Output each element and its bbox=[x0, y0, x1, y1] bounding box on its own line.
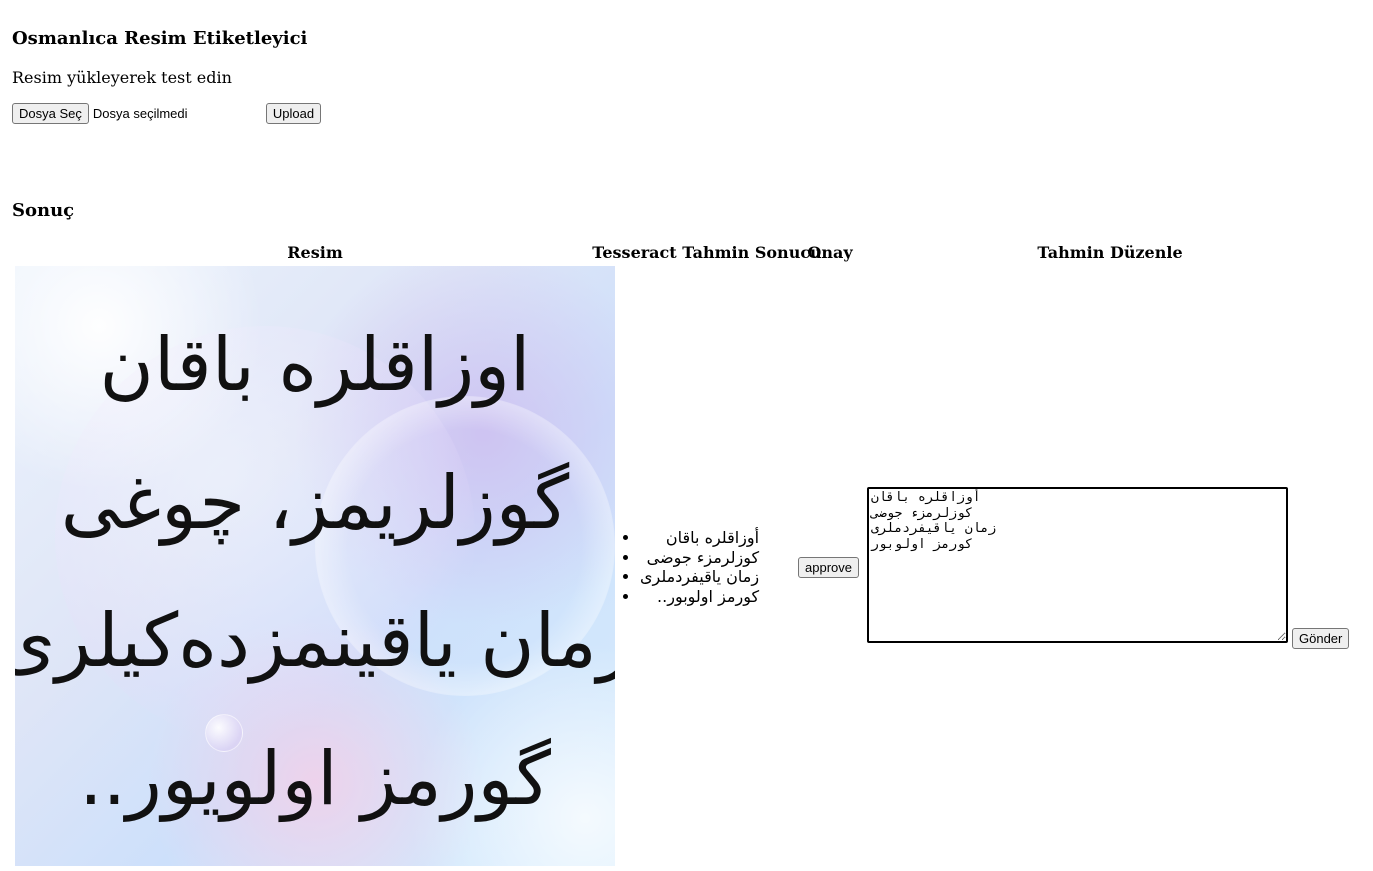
tesseract-result-line: زمان ياقيفردملرى bbox=[640, 567, 759, 587]
tesseract-result-line: كوزلرمزء جوضى bbox=[640, 548, 759, 568]
approve-button[interactable]: approve bbox=[798, 557, 859, 578]
tesseract-result-list: أوزاقلره باقان كوزلرمزء جوضى زمان ياقيفر… bbox=[618, 528, 759, 606]
column-header-edit: Tahmin Düzenle bbox=[1037, 243, 1183, 262]
tesseract-result-line: كورمز اولوبور.. bbox=[640, 587, 759, 607]
result-section-title: Sonuç bbox=[12, 200, 75, 221]
uploaded-image: اوزاقلره باقان گوزلريمز، چوغى زمان ياقين… bbox=[15, 266, 615, 866]
file-status-text: Dosya seçilmedi bbox=[92, 106, 188, 121]
send-button[interactable]: Gönder bbox=[1292, 628, 1350, 649]
image-text-line: گورمز اولويور.. bbox=[79, 736, 551, 822]
file-upload-row: Dosya Seç Dosya seçilmedi Upload bbox=[12, 103, 322, 124]
upload-button[interactable]: Upload bbox=[265, 103, 322, 124]
choose-file-button[interactable]: Dosya Seç bbox=[12, 103, 89, 124]
tesseract-result-line: أوزاقلره باقان bbox=[640, 528, 759, 548]
column-header-approve: Onay bbox=[807, 243, 853, 262]
image-text-line: گوزلريمز، چوغى bbox=[60, 460, 570, 546]
page-subtitle: Resim yükleyerek test edin bbox=[12, 68, 232, 87]
page-title: Osmanlıca Resim Etiketleyici bbox=[12, 28, 308, 49]
image-text-line: اوزاقلره باقان bbox=[99, 322, 531, 408]
image-text-line: زمان ياقينمزدەكيلرى bbox=[15, 598, 615, 684]
column-header-image: Resim bbox=[287, 243, 343, 262]
prediction-edit-textarea[interactable]: أوزاقلره باقان كوزلرمزء جوضى زمان ياقيفر… bbox=[867, 487, 1288, 643]
image-text-block: اوزاقلره باقان گوزلريمز، چوغى زمان ياقين… bbox=[15, 296, 615, 848]
column-header-tesseract: Tesseract Tahmin Sonucu bbox=[592, 243, 822, 262]
